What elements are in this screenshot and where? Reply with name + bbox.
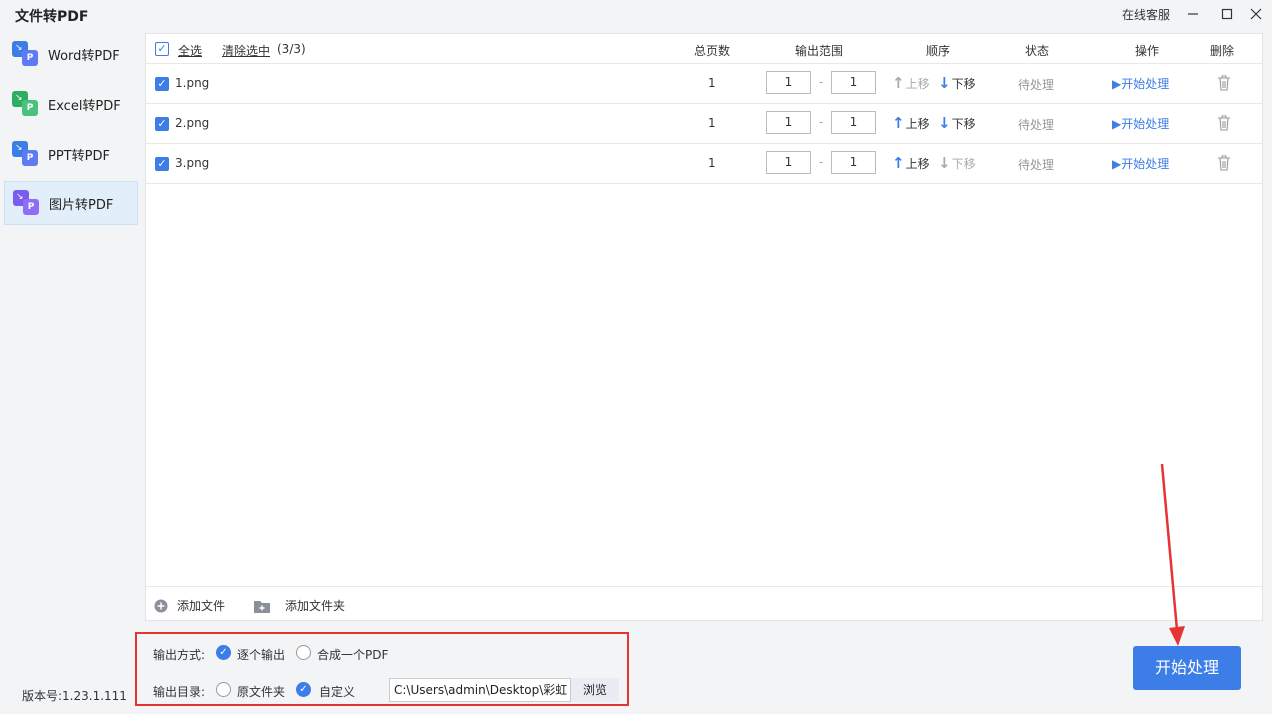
mode-merge-label[interactable]: 合成一个PDF [317, 646, 388, 663]
arrow-up-icon: ↑ [892, 114, 905, 132]
panel-footer: 添加文件 添加文件夹 [146, 586, 1262, 620]
arrow-down-icon: ↓ [938, 74, 951, 92]
sidebar: ↘ P Word转PDF ↘ P Excel转PDF ↘ P PPT转PDF ↘… [0, 30, 142, 714]
arrow-up-icon: ↑ [892, 74, 905, 92]
file-name: 2.png [175, 116, 210, 130]
trash-icon[interactable] [1216, 74, 1232, 92]
table-header: ✓ 全选 清除选中 (3/3) 总页数 输出范围 顺序 状态 操作 删除 [146, 34, 1262, 64]
dir-original-radio[interactable] [216, 682, 231, 697]
play-icon: ▶ [1112, 77, 1122, 91]
range-to-input[interactable]: 1 [831, 151, 876, 174]
output-mode-label: 输出方式: [153, 648, 206, 662]
move-down-button[interactable]: ↓ 下移 [938, 74, 976, 92]
online-support-link[interactable]: 在线客服 [1122, 6, 1170, 23]
add-folder-button[interactable]: 添加文件夹 [254, 597, 345, 614]
trash-icon[interactable] [1216, 114, 1232, 132]
title-bar: 文件转PDF 在线客服 [0, 0, 1272, 30]
mode-each-label[interactable]: 逐个输出 [237, 646, 285, 663]
dir-original-label[interactable]: 原文件夹 [237, 683, 285, 700]
header-action: 操作 [1135, 44, 1160, 58]
image-icon: ↘ P [13, 190, 41, 216]
plus-circle-icon [154, 599, 168, 612]
move-down-button[interactable]: ↓ 下移 [938, 114, 976, 132]
close-icon[interactable] [1246, 4, 1266, 24]
sidebar-item-label: PPT转PDF [48, 148, 110, 164]
file-name: 1.png [175, 76, 210, 90]
sidebar-item-image[interactable]: ↘ P 图片转PDF [4, 181, 138, 225]
row-checkbox[interactable]: ✓ [155, 157, 169, 171]
row-checkbox[interactable]: ✓ [155, 117, 169, 131]
minimize-icon[interactable] [1183, 4, 1203, 24]
header-range: 输出范围 [795, 44, 844, 58]
header-order: 顺序 [926, 44, 951, 58]
range-to-input[interactable]: 1 [831, 111, 876, 134]
header-pages: 总页数 [694, 44, 731, 58]
select-all-link[interactable]: 全选 [178, 42, 202, 59]
arrow-down-icon: ↓ [938, 154, 951, 172]
move-up-button[interactable]: ↑ 上移 [892, 74, 930, 92]
header-delete: 删除 [1210, 44, 1235, 58]
move-down-button[interactable]: ↓ 下移 [938, 154, 976, 172]
start-process-button[interactable]: 开始处理 [1133, 646, 1241, 690]
header-status: 状态 [1025, 44, 1050, 58]
word-icon: ↘ P [12, 41, 40, 67]
browse-button[interactable]: 浏览 [571, 678, 619, 702]
app-title: 文件转PDF [15, 9, 89, 25]
status-text: 待处理 [1018, 118, 1055, 132]
output-options: 输出方式: ✓ 逐个输出 合成一个PDF 输出目录: 原文件夹 ✓ 自定义 C:… [135, 632, 629, 706]
status-text: 待处理 [1018, 78, 1055, 92]
start-row-button[interactable]: ▶开始处理 [1112, 155, 1169, 172]
table-row: ✓ 3.png 1 1 - 1 ↑ 上移 ↓ 下移 待处理 ▶开始处理 [146, 144, 1262, 184]
arrow-down-icon: ↓ [938, 114, 951, 132]
move-up-button[interactable]: ↑ 上移 [892, 154, 930, 172]
table-row: ✓ 1.png 1 1 - 1 ↑ 上移 ↓ 下移 待处理 ▶开始处理 [146, 64, 1262, 104]
add-file-button[interactable]: 添加文件 [154, 597, 225, 614]
mode-merge-radio[interactable] [296, 645, 311, 660]
mode-each-radio[interactable]: ✓ [216, 645, 231, 660]
sidebar-item-label: Word转PDF [48, 48, 120, 64]
range-from-input[interactable]: 1 [766, 71, 811, 94]
sidebar-item-word[interactable]: ↘ P Word转PDF [4, 32, 138, 76]
select-all-checkbox[interactable]: ✓ [155, 42, 169, 56]
status-text: 待处理 [1018, 158, 1055, 172]
table-row: ✓ 2.png 1 1 - 1 ↑ 上移 ↓ 下移 待处理 ▶开始处理 [146, 104, 1262, 144]
play-icon: ▶ [1112, 157, 1122, 171]
range-to-input[interactable]: 1 [831, 71, 876, 94]
output-dir-label: 输出目录: [153, 685, 206, 699]
trash-icon[interactable] [1216, 154, 1232, 172]
clear-selection-link[interactable]: 清除选中 [222, 42, 270, 59]
move-up-button[interactable]: ↑ 上移 [892, 114, 930, 132]
file-pages: 1 [708, 76, 716, 90]
version-label: 版本号:1.23.1.111 [22, 689, 127, 703]
sidebar-item-ppt[interactable]: ↘ P PPT转PDF [4, 132, 138, 176]
dir-custom-label[interactable]: 自定义 [319, 683, 355, 700]
sidebar-item-excel[interactable]: ↘ P Excel转PDF [4, 82, 138, 126]
annotation-arrow [1160, 463, 1185, 646]
start-row-button[interactable]: ▶开始处理 [1112, 75, 1169, 92]
excel-icon: ↘ P [12, 91, 40, 117]
range-from-input[interactable]: 1 [766, 151, 811, 174]
row-checkbox[interactable]: ✓ [155, 77, 169, 91]
file-list-panel: ✓ 全选 清除选中 (3/3) 总页数 输出范围 顺序 状态 操作 删除 ✓ 1… [145, 33, 1263, 621]
selection-count: (3/3) [277, 42, 306, 56]
output-path-input[interactable]: C:\Users\admin\Desktop\彩虹 [389, 678, 571, 702]
file-name: 3.png [175, 156, 210, 170]
start-row-button[interactable]: ▶开始处理 [1112, 115, 1169, 132]
ppt-icon: ↘ P [12, 141, 40, 167]
dir-custom-radio[interactable]: ✓ [296, 682, 311, 697]
file-pages: 1 [708, 116, 716, 130]
range-from-input[interactable]: 1 [766, 111, 811, 134]
folder-plus-icon [254, 600, 270, 613]
play-icon: ▶ [1112, 117, 1122, 131]
file-pages: 1 [708, 156, 716, 170]
sidebar-item-label: 图片转PDF [49, 197, 114, 213]
arrow-up-icon: ↑ [892, 154, 905, 172]
sidebar-item-label: Excel转PDF [48, 98, 121, 114]
maximize-icon[interactable] [1217, 4, 1237, 24]
